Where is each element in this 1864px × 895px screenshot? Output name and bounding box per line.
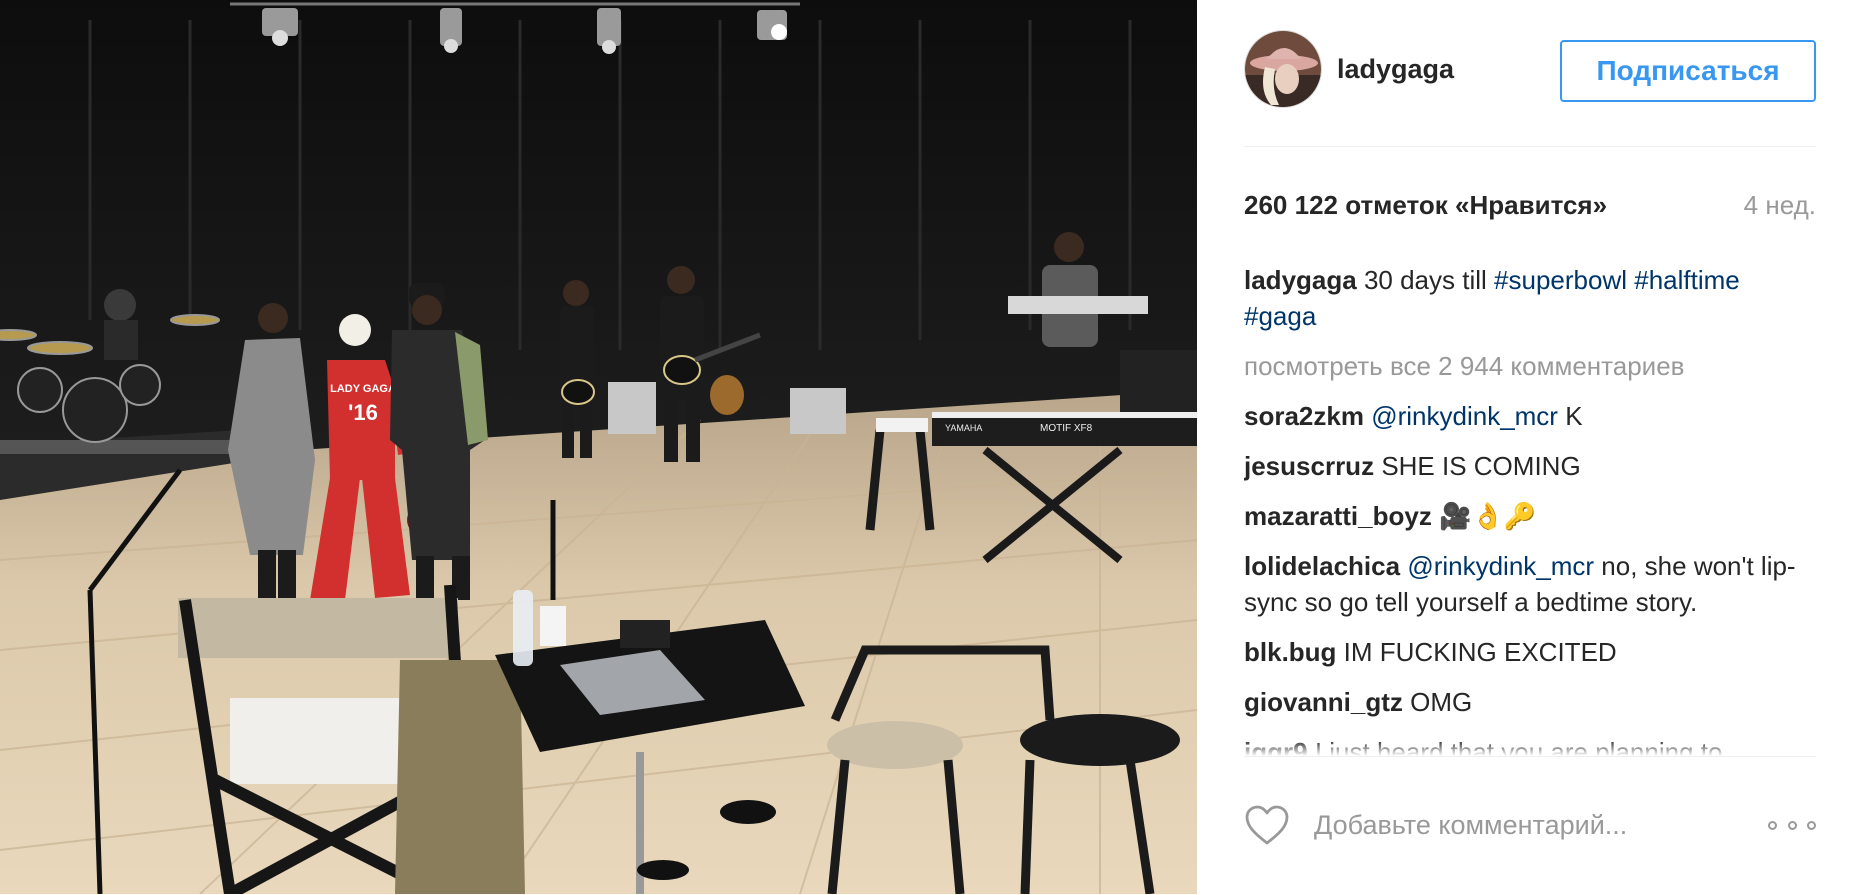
comment-item: blk.bug IM FUCKING EXCITED [1244,634,1816,670]
likes-count[interactable]: 260 122 отметок «Нравится» [1244,190,1607,221]
view-all-comments-link[interactable]: посмотреть все 2 944 комментариев [1244,348,1816,384]
comment-text: IM FUCKING EXCITED [1343,637,1617,667]
follow-button[interactable]: Подписаться [1560,40,1816,102]
comment-text: K [1557,401,1583,431]
heart-icon[interactable] [1244,804,1290,846]
comment-username[interactable]: giovanni_gtz [1244,687,1403,717]
avatar-image [1245,31,1321,107]
caption: ladygaga 30 days till #superbowl #halfti… [1244,262,1816,334]
comment-text: OMG [1410,687,1473,717]
comment-item: jggr9 I just heard that you are planning… [1244,734,1816,756]
comment-item: lolidelachica @rinkydink_mcr no, she won… [1244,548,1816,620]
comment-item: mazaratti_boyz 🎥👌🔑 [1244,498,1816,534]
caption-text: 30 days till [1363,265,1495,295]
post-details-panel: ladygaga Подписаться 260 122 отметок «Нр… [1197,0,1864,894]
hashtag-halftime[interactable]: #halftime [1634,265,1740,295]
comment-username[interactable]: jggr9 [1244,737,1308,756]
comment-item: jesuscrruz SHE IS COMING [1244,448,1816,484]
comments-list[interactable]: ladygaga 30 days till #superbowl #halfti… [1244,262,1816,756]
more-dot [1787,820,1797,830]
comment-username[interactable]: mazaratti_boyz [1244,501,1432,531]
comment-text: SHE IS COMING [1381,451,1581,481]
comment-item: sora2zkm @rinkydink_mcr K [1244,398,1816,434]
instagram-post: MOTIF XF8 YAMAHA LADY GAGA '16 ladygaga … [0,0,1864,894]
jacket-number: '16 [348,400,378,425]
add-comment-input[interactable] [1314,803,1714,847]
comment-text: I just heard that you are planning to [1314,737,1723,756]
likes-row: 260 122 отметок «Нравится» 4 нед. [1244,190,1816,226]
post-photo[interactable]: MOTIF XF8 YAMAHA LADY GAGA '16 [0,0,1197,894]
more-options-icon[interactable] [1768,815,1816,835]
keyboard-brand: YAMAHA [945,423,982,433]
post-time[interactable]: 4 нед. [1744,190,1816,221]
comment-footer [1244,756,1816,895]
more-dot [1807,820,1816,830]
comment-username[interactable]: jesuscrruz [1244,451,1374,481]
comment-username[interactable]: blk.bug [1244,637,1336,667]
comment-mention[interactable]: @rinkydink_mcr [1407,551,1594,581]
comment-username[interactable]: lolidelachica [1244,551,1400,581]
comment-item: giovanni_gtz OMG [1244,684,1816,720]
rehearsal-stage-image: MOTIF XF8 YAMAHA LADY GAGA '16 [0,0,1197,894]
comment-username[interactable]: sora2zkm [1244,401,1364,431]
hashtag-gaga[interactable]: #gaga [1244,301,1316,331]
post-header: ladygaga Подписаться [1244,30,1816,147]
caption-username[interactable]: ladygaga [1244,265,1357,295]
jacket-text: LADY GAGA [330,383,396,395]
more-dot [1768,820,1777,830]
avatar[interactable] [1244,30,1322,108]
comment-text: 🎥👌🔑 [1439,501,1537,531]
username[interactable]: ladygaga [1337,54,1454,85]
comment-mention[interactable]: @rinkydink_mcr [1371,401,1558,431]
hashtag-superbowl[interactable]: #superbowl [1494,265,1627,295]
keyboard-label: MOTIF XF8 [1040,423,1093,434]
